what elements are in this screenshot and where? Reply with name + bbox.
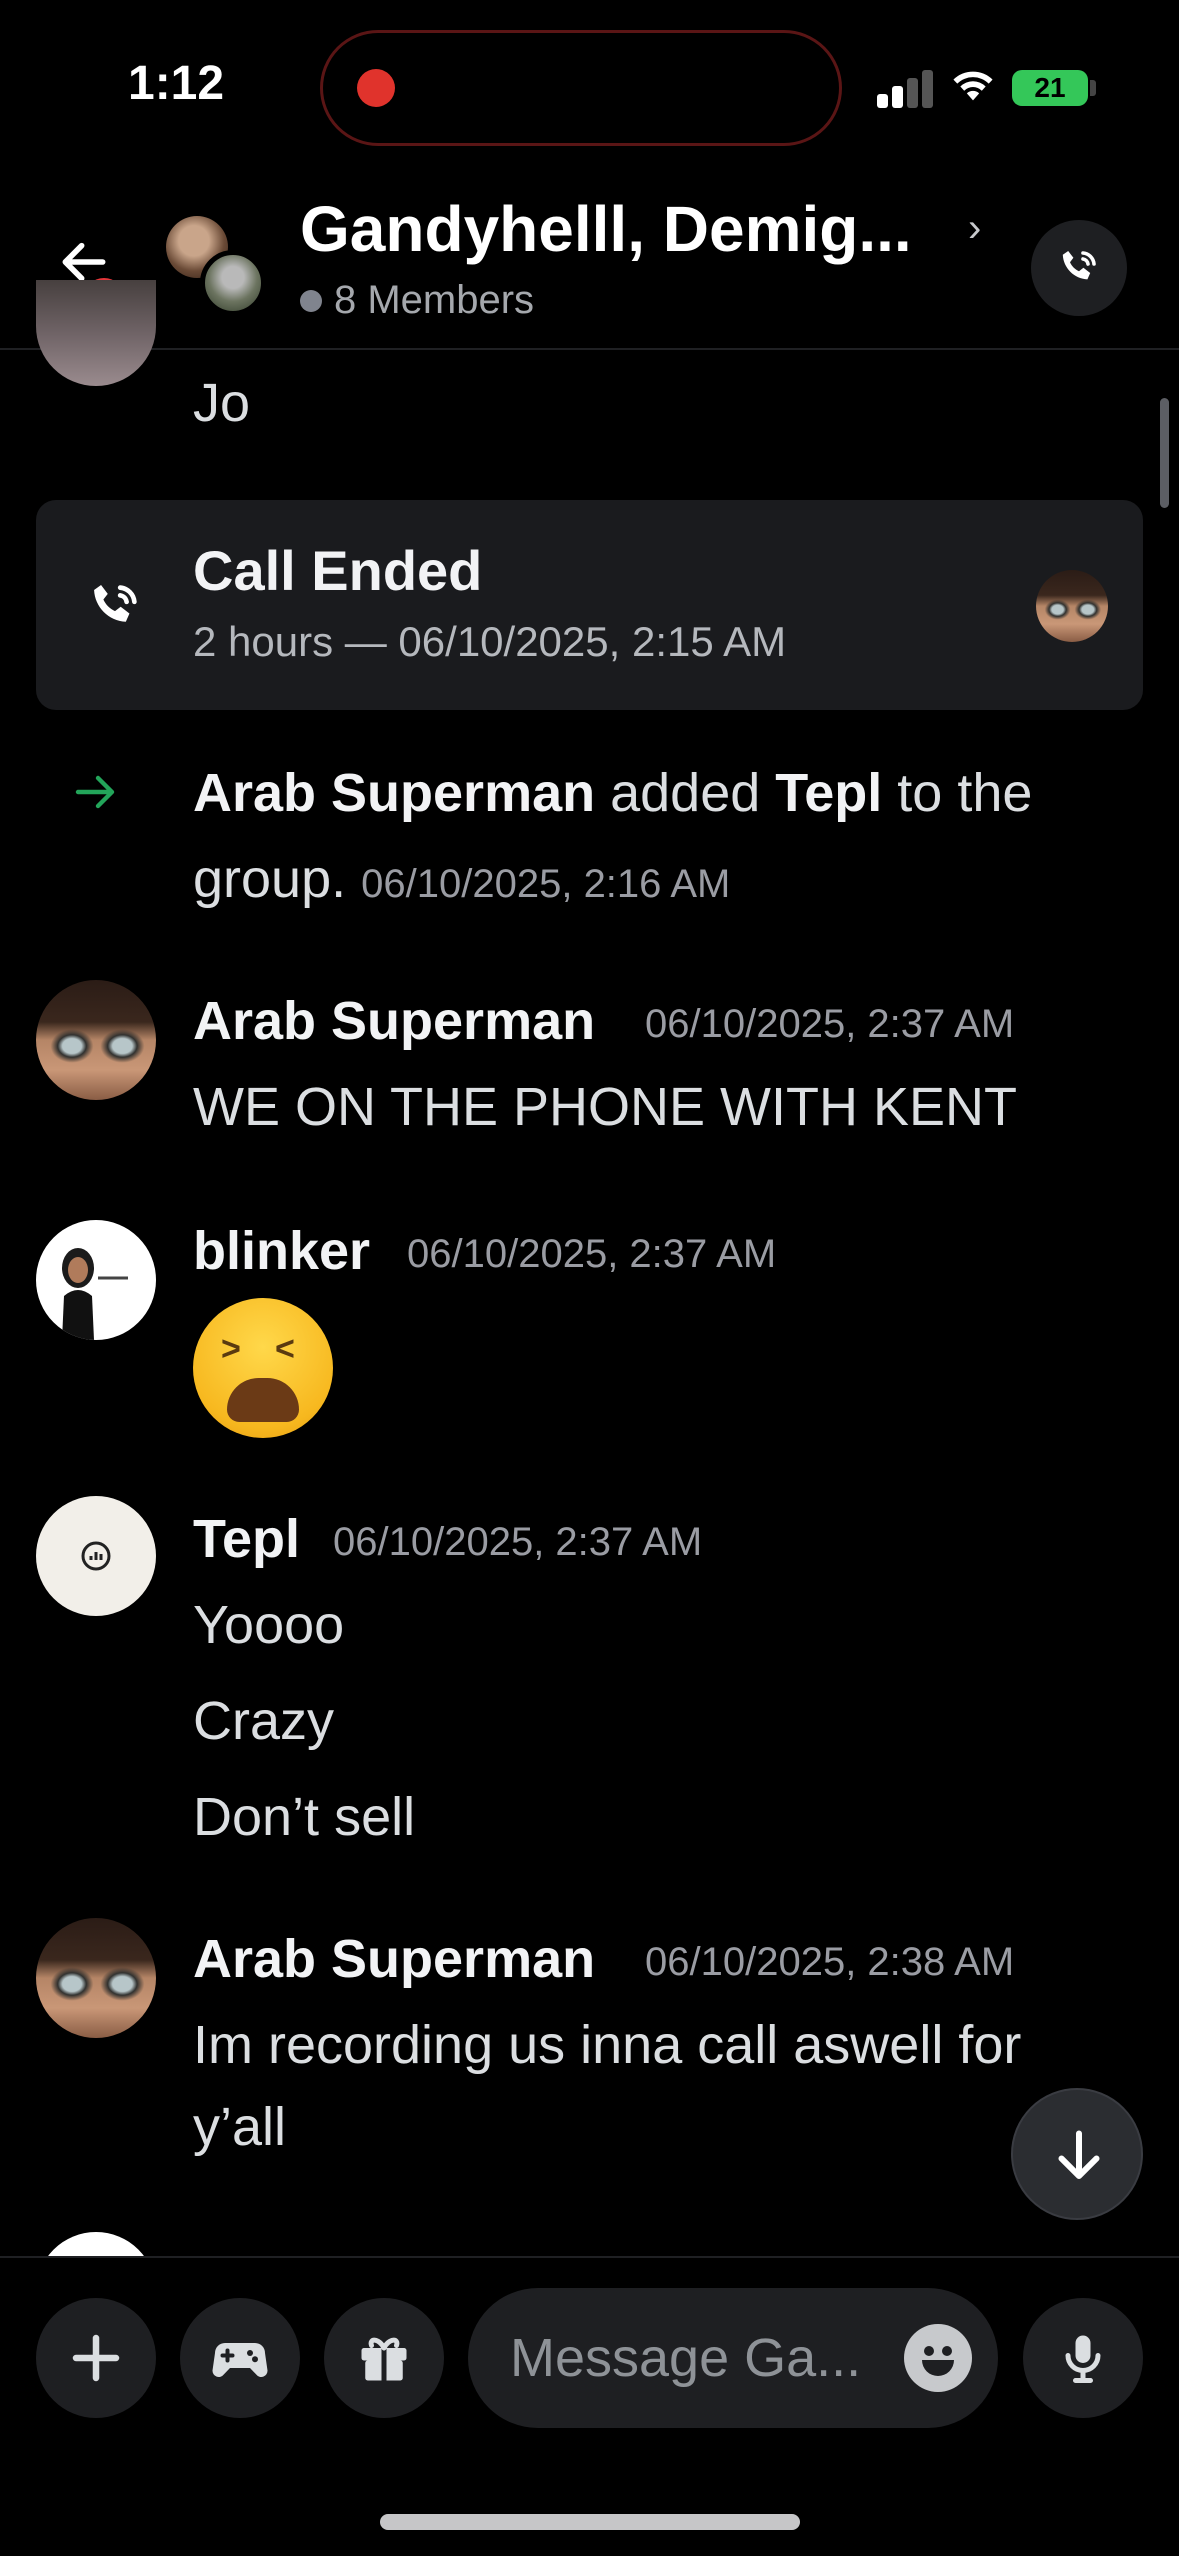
- message-composer: [0, 2256, 1179, 2556]
- message-text: y’all: [193, 2097, 287, 2157]
- plus-icon: [72, 2334, 120, 2382]
- message-author[interactable]: blinker: [193, 1220, 370, 1282]
- voice-message-button[interactable]: [1023, 2298, 1143, 2418]
- message-text: WE ON THE PHONE WITH KENT: [193, 1077, 1018, 1137]
- dynamic-island-recording: [320, 30, 842, 146]
- avatar[interactable]: [36, 1220, 156, 1340]
- activities-button[interactable]: [180, 2298, 300, 2418]
- arrow-down-icon: [1058, 2130, 1100, 2179]
- scrollbar[interactable]: [1160, 398, 1169, 508]
- call-card-subtitle: 2 hours — 06/10/2025, 2:15 AM: [193, 618, 787, 665]
- message-author[interactable]: Arab Superman: [193, 1928, 595, 1990]
- microphone-icon: [1065, 2335, 1101, 2383]
- member-join-arrow-icon: [75, 775, 115, 809]
- message-text: Yoooo: [193, 1595, 345, 1655]
- battery-tip: [1090, 80, 1096, 96]
- group-avatar-secondary[interactable]: [200, 250, 266, 316]
- battery-icon: 21: [1012, 70, 1088, 106]
- system-target[interactable]: Tepl: [775, 763, 882, 823]
- group-title[interactable]: Gandyhelll, Demig...: [300, 192, 912, 266]
- start-call-button[interactable]: [1031, 220, 1127, 316]
- wifi-icon: [953, 71, 993, 101]
- message-text: Im recording us inna call aswell for: [193, 2015, 1022, 2075]
- call-card-title: Call Ended: [193, 539, 483, 602]
- message-time: 06/10/2025, 2:37 AM: [407, 1232, 777, 1276]
- jump-to-latest-button[interactable]: [1011, 2088, 1143, 2220]
- call-ended-card[interactable]: Call Ended 2 hours — 06/10/2025, 2:15 AM: [36, 500, 1143, 710]
- message-text: Crazy: [193, 1691, 335, 1751]
- cellular-signal-icon: [877, 68, 935, 108]
- recording-indicator-icon: [357, 69, 395, 107]
- message-text: Don’t sell: [193, 1787, 416, 1847]
- system-message-continued: group. 06/10/2025, 2:16 AM: [193, 849, 731, 909]
- home-indicator[interactable]: [380, 2514, 800, 2530]
- status-bar: 1:12 21: [0, 0, 1179, 170]
- status-time: 1:12: [128, 57, 225, 110]
- call-participant-avatar[interactable]: [1036, 570, 1108, 642]
- system-message-time: 06/10/2025, 2:16 AM: [361, 862, 731, 906]
- gift-icon: [361, 2337, 407, 2381]
- avatar-image: [62, 1248, 128, 1340]
- member-count[interactable]: 8 Members: [300, 278, 534, 323]
- system-actor[interactable]: Arab Superman: [193, 763, 595, 823]
- avatar[interactable]: [36, 280, 156, 386]
- emoji-picker-button[interactable]: [904, 2324, 972, 2392]
- message-text: Jo: [193, 373, 251, 433]
- message-author[interactable]: Arab Superman: [193, 990, 595, 1052]
- avatar-image: [81, 1541, 111, 1571]
- message-author[interactable]: Tepl: [193, 1508, 300, 1570]
- status-dot-icon: [300, 289, 322, 312]
- gamepad-icon: [212, 2343, 268, 2378]
- phone-call-icon: [94, 585, 137, 622]
- channel-header: 1 Gandyhelll, Demig... › 8 Members: [0, 170, 1179, 350]
- avatar[interactable]: [36, 1496, 156, 1616]
- message-time: 06/10/2025, 2:37 AM: [645, 1002, 1015, 1046]
- gift-button[interactable]: [324, 2298, 444, 2418]
- member-count-label: 8 Members: [334, 278, 535, 322]
- weary-face-emoji: > <: [193, 1298, 333, 1438]
- avatar[interactable]: [36, 980, 156, 1100]
- chevron-right-icon[interactable]: ›: [968, 206, 981, 251]
- system-message: Arab Superman added Tepl to the: [193, 763, 1033, 823]
- message-time: 06/10/2025, 2:38 AM: [645, 1940, 1015, 1984]
- smiley-icon: [924, 2346, 934, 2356]
- avatar[interactable]: [36, 1918, 156, 2038]
- message-time: 06/10/2025, 2:37 AM: [333, 1520, 703, 1564]
- phone-call-icon: [1062, 251, 1096, 280]
- add-attachment-button[interactable]: [36, 2298, 156, 2418]
